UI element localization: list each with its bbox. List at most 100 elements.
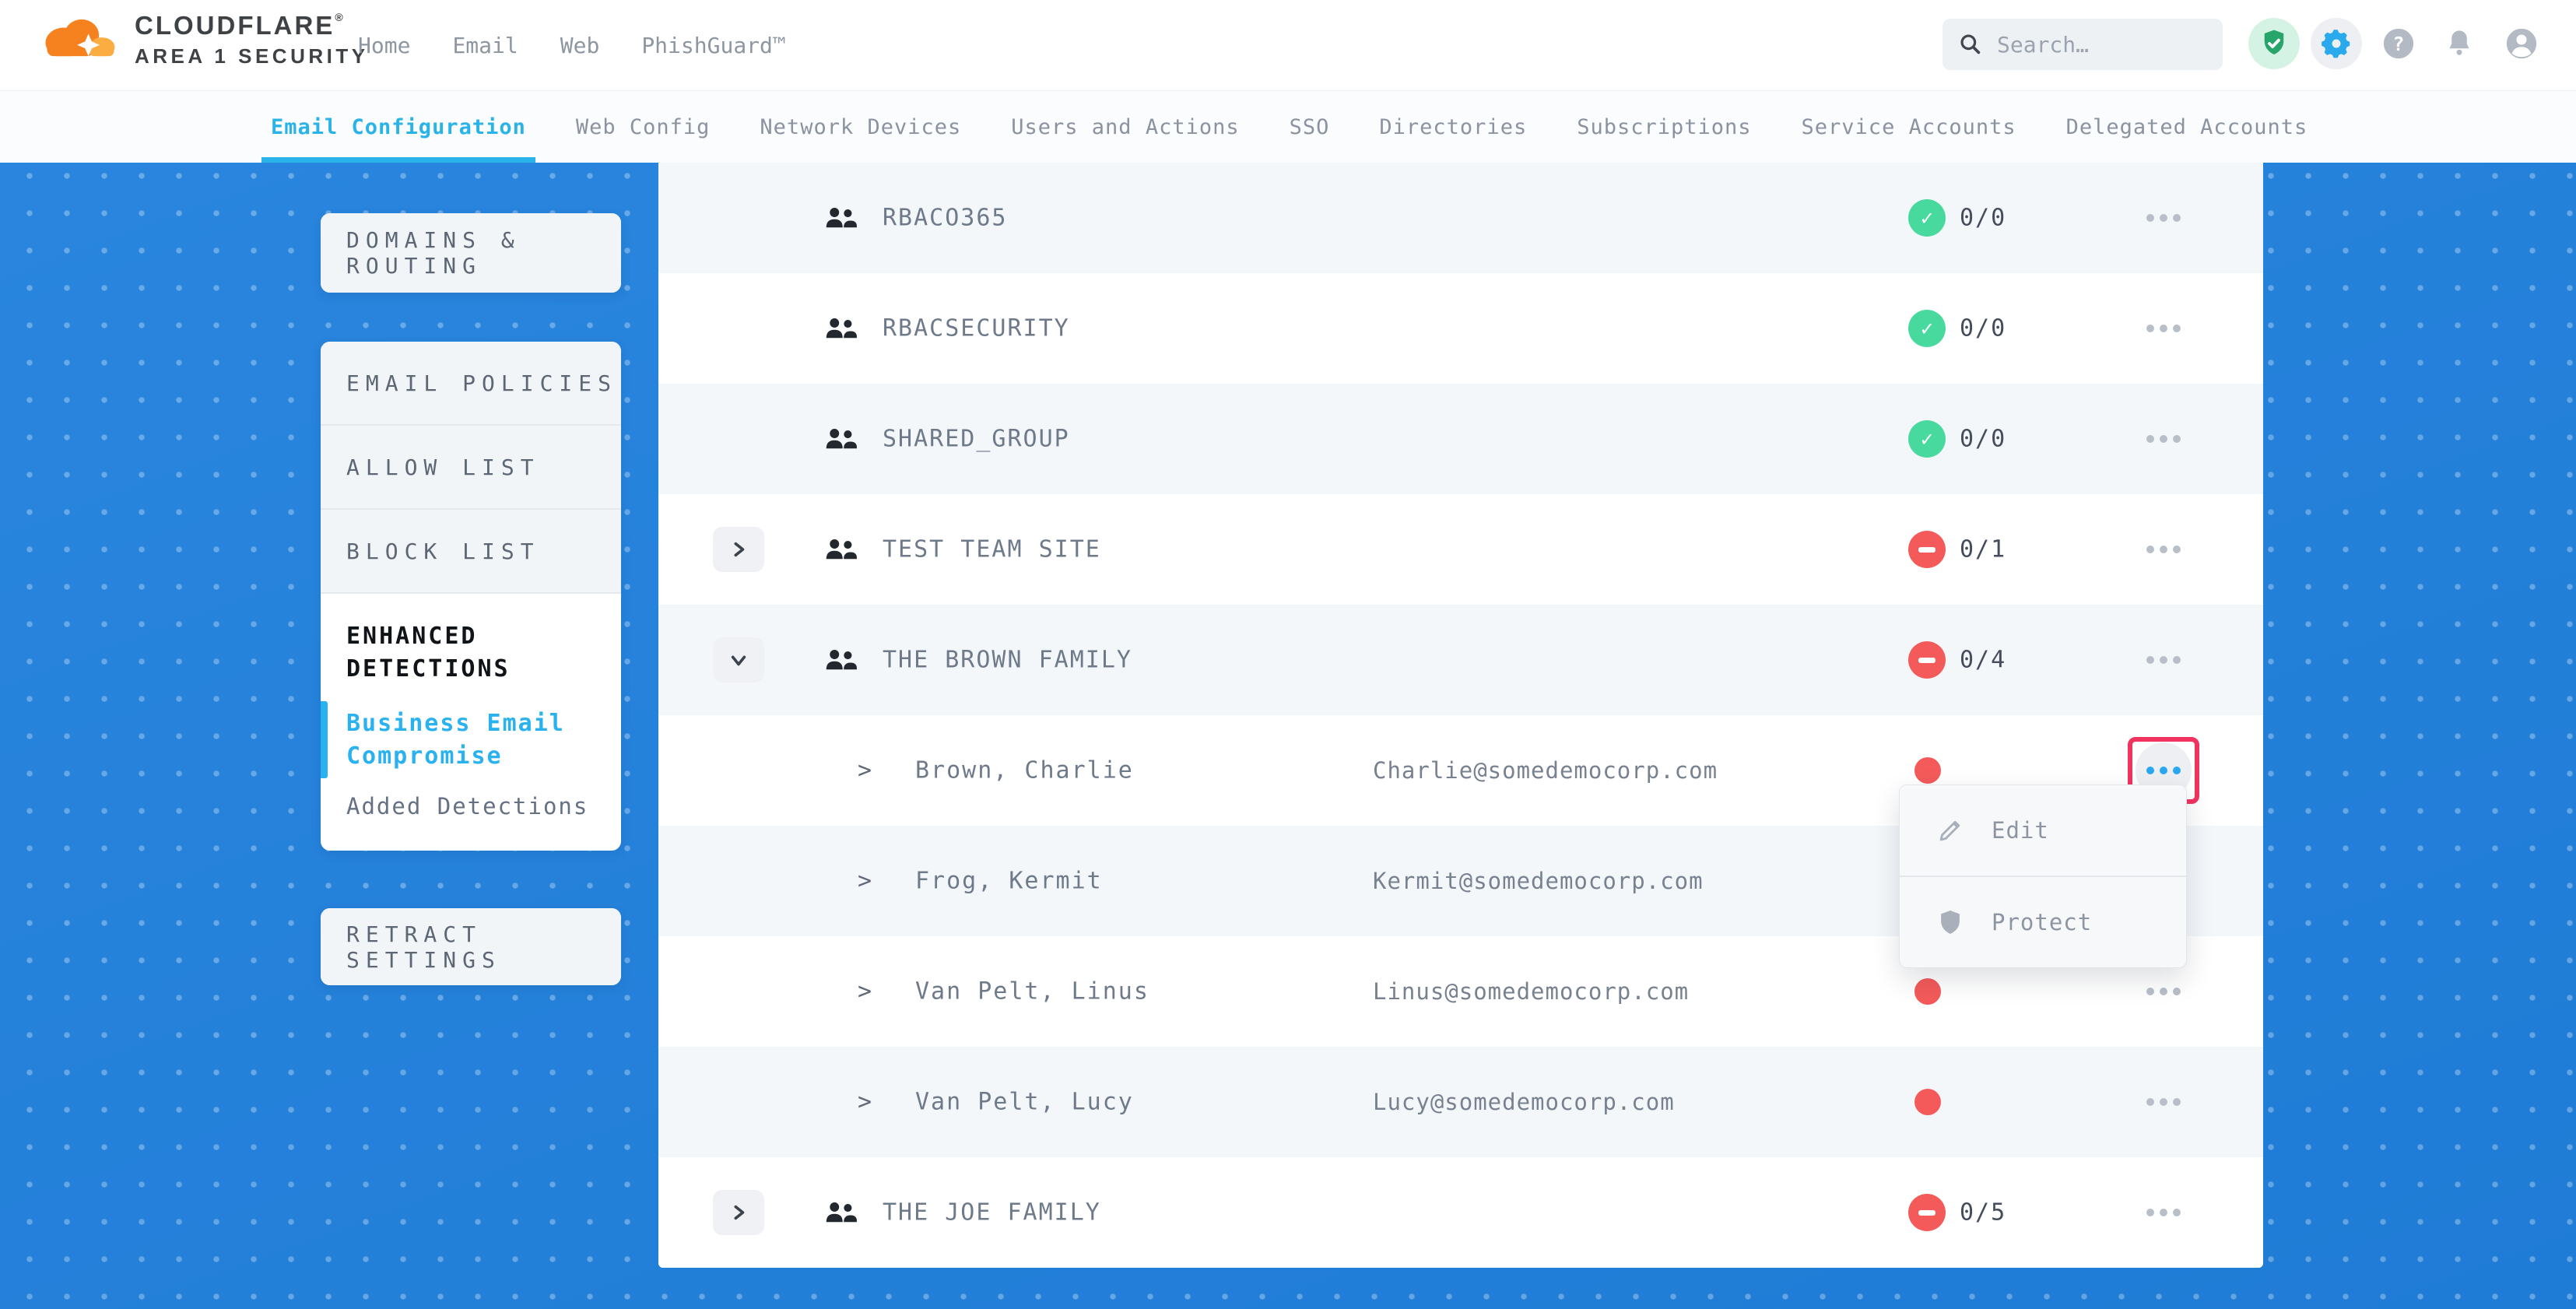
- row-name: TEST TEAM SITE: [883, 536, 1101, 563]
- expand-toggle-button[interactable]: [713, 527, 764, 572]
- protection-count: 0/5: [1960, 1199, 2006, 1227]
- search-box[interactable]: [1943, 19, 2223, 70]
- sidebar-policy-list: EMAIL POLICIESALLOW LISTBLOCK LIST: [321, 342, 621, 594]
- sidebar-item-enhanced-detections[interactable]: ENHANCED DETECTIONS: [346, 620, 572, 686]
- row-actions-button[interactable]: [2136, 521, 2192, 577]
- row-name: Van Pelt, Linus: [915, 978, 1149, 1005]
- shield-icon: [1936, 907, 1965, 937]
- row-actions-button[interactable]: [2136, 190, 2192, 246]
- tab-email-configuration[interactable]: Email Configuration: [271, 91, 526, 163]
- bell-icon[interactable]: [2434, 18, 2485, 69]
- group-icon: [825, 206, 858, 230]
- menu-item-label: Protect: [1992, 909, 2092, 935]
- row-email: Charlie@somedemocorp.com: [1373, 757, 1718, 784]
- row-actions-button[interactable]: [2136, 632, 2192, 688]
- table-row[interactable]: RBACO365 0/0: [658, 163, 2263, 273]
- section-tab-bar: Email Configuration Web Config Network Dev…: [0, 91, 2576, 163]
- pencil-icon: [1936, 816, 1965, 845]
- status-dot: [1914, 978, 1941, 1005]
- tab-web-config[interactable]: Web Config: [576, 91, 711, 163]
- row-context-menu: Edit Protect: [1899, 784, 2187, 968]
- gear-icon[interactable]: [2311, 18, 2362, 69]
- sidebar-item-retract-settings[interactable]: RETRACT SETTINGS: [321, 908, 621, 985]
- row-email: Linus@somedemocorp.com: [1373, 978, 1689, 1005]
- tab-subscriptions[interactable]: Subscriptions: [1577, 91, 1751, 163]
- table-row[interactable]: THE BROWN FAMILY 0/4: [658, 605, 2263, 715]
- active-item-indicator: [321, 701, 328, 778]
- logo-brand: CLOUDFLARE®: [135, 11, 369, 40]
- row-actions-button[interactable]: [2136, 963, 2192, 1019]
- status-badge: [1908, 1194, 1946, 1231]
- protection-count: 0/0: [1960, 426, 2006, 453]
- shield-check-glyph: [2258, 27, 2290, 60]
- row-actions-button[interactable]: [2136, 300, 2192, 356]
- menu-item-protect[interactable]: Protect: [1900, 877, 2186, 967]
- table-row[interactable]: SHARED_GROUP 0/0: [658, 384, 2263, 494]
- status-badge: [1908, 199, 1946, 237]
- group-icon: [825, 427, 858, 451]
- row-email: Kermit@somedemocorp.com: [1373, 868, 1704, 894]
- table-row[interactable]: THE JOE FAMILY 0/5: [658, 1157, 2263, 1268]
- table-row[interactable]: TEST TEAM SITE 0/1: [658, 494, 2263, 605]
- tab-delegated-accounts[interactable]: Delegated Accounts: [2066, 91, 2308, 163]
- expand-toggle-button[interactable]: [713, 1190, 764, 1235]
- tab-service-accounts[interactable]: Service Accounts: [1802, 91, 2016, 163]
- menu-item-label: Edit: [1992, 817, 2049, 844]
- row-email: Lucy@somedemocorp.com: [1373, 1089, 1675, 1115]
- table-row[interactable]: RBACSECURITY 0/0: [658, 273, 2263, 384]
- protection-count: 0/0: [1960, 315, 2006, 342]
- child-caret-icon: >: [858, 978, 872, 1005]
- sidebar-card-domains-routing: DOMAINS & ROUTING: [321, 213, 621, 293]
- cloudflare-cloud-icon: [35, 6, 125, 73]
- sidebar-item-allow-list[interactable]: ALLOW LIST: [321, 426, 621, 510]
- tab-users-and-actions[interactable]: Users and Actions: [1011, 91, 1239, 163]
- group-icon: [825, 1201, 858, 1224]
- row-name: THE JOE FAMILY: [883, 1199, 1101, 1227]
- status-badge: [1908, 310, 1946, 347]
- main-nav: Home Email Web PhishGuard™: [358, 0, 786, 90]
- top-header: CLOUDFLARE® AREA 1 SECURITY Home Email Web…: [0, 0, 2576, 91]
- search-input[interactable]: [1995, 31, 2207, 58]
- sidebar-item-email-policies[interactable]: EMAIL POLICIES: [321, 342, 621, 426]
- tab-network-devices[interactable]: Network Devices: [760, 91, 961, 163]
- nav-item-phishguard[interactable]: PhishGuard™: [641, 33, 785, 58]
- nav-item-web[interactable]: Web: [560, 33, 600, 58]
- account-icon[interactable]: [2496, 18, 2547, 69]
- row-name: Brown, Charlie: [915, 757, 1134, 784]
- tab-sso[interactable]: SSO: [1290, 91, 1330, 163]
- nav-item-email[interactable]: Email: [452, 33, 518, 58]
- question-glyph: ?: [2381, 26, 2416, 61]
- sidebar-item-business-email-compromise[interactable]: Business Email Compromise: [346, 707, 580, 773]
- groups-users-table: RBACO365 0/0 RBACSECURITY 0/0 SH: [658, 163, 2263, 1268]
- protection-count: 0/0: [1960, 205, 2006, 232]
- sidebar-card-retract-settings: RETRACT SETTINGS: [321, 908, 621, 985]
- logo-subtitle: AREA 1 SECURITY: [135, 44, 369, 68]
- row-actions-button[interactable]: [2136, 1184, 2192, 1241]
- row-name: SHARED_GROUP: [883, 426, 1070, 453]
- chevron-icon: [730, 1204, 747, 1221]
- tab-directories[interactable]: Directories: [1379, 91, 1527, 163]
- sidebar-item-added-detections[interactable]: Added Detections: [346, 793, 598, 819]
- logo-reg-mark: ®: [335, 11, 345, 23]
- shield-check-icon[interactable]: [2248, 18, 2300, 69]
- status-dot: [1914, 1089, 1941, 1115]
- menu-item-edit[interactable]: Edit: [1900, 785, 2186, 876]
- protection-count: 0/1: [1960, 536, 2006, 563]
- nav-item-home[interactable]: Home: [358, 33, 410, 58]
- row-actions-button[interactable]: [2136, 411, 2192, 467]
- chevron-icon: [730, 541, 747, 558]
- sidebar-item-domains-routing[interactable]: DOMAINS & ROUTING: [321, 213, 621, 293]
- expand-toggle-button[interactable]: [713, 637, 764, 683]
- child-caret-icon: >: [858, 1089, 872, 1116]
- sidebar-item-block-list[interactable]: BLOCK LIST: [321, 510, 621, 594]
- sidebar-card-policies: EMAIL POLICIESALLOW LISTBLOCK LIST ENHAN…: [321, 342, 621, 851]
- bell-glyph: [2443, 27, 2476, 60]
- table-row[interactable]: > Van Pelt, Lucy Lucy@somedemocorp.com: [658, 1047, 2263, 1157]
- help-icon[interactable]: ?: [2373, 18, 2424, 69]
- status-badge: [1908, 531, 1946, 568]
- cloudflare-logo[interactable]: CLOUDFLARE® AREA 1 SECURITY: [35, 6, 369, 73]
- group-icon: [825, 538, 858, 561]
- person-glyph: [2504, 26, 2539, 61]
- row-actions-button[interactable]: [2136, 1074, 2192, 1130]
- logo-text: CLOUDFLARE® AREA 1 SECURITY: [135, 11, 369, 68]
